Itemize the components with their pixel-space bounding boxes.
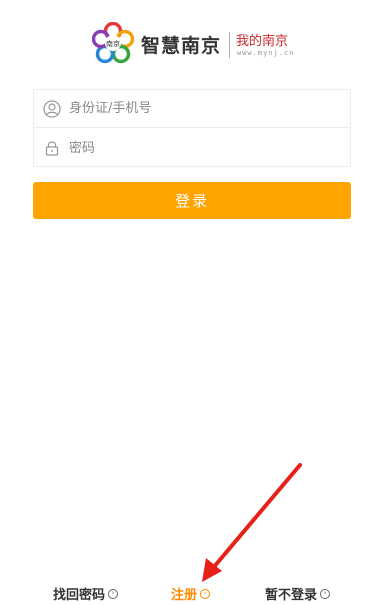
register-link[interactable]: 注册 › <box>171 584 211 603</box>
skip-login-label: 暂不登录 <box>265 588 318 603</box>
login-button[interactable]: 登录 <box>33 182 351 219</box>
bottom-links: 找回密码 › 注册 › 暂不登录 › <box>0 584 383 603</box>
arrow-right-circle-icon: › <box>200 588 211 599</box>
user-icon <box>43 99 61 118</box>
find-password-label: 找回密码 <box>53 588 106 603</box>
password-input[interactable] <box>69 140 329 156</box>
logo-divider <box>229 32 230 58</box>
arrow-right-circle-icon: › <box>108 588 119 599</box>
skip-login-link[interactable]: 暂不登录 › <box>265 584 331 603</box>
username-row <box>34 90 350 128</box>
logo-url: www.mynj.cn <box>237 49 295 57</box>
logo-mark-text: 南京 <box>106 39 120 48</box>
password-row <box>34 129 350 167</box>
app-logo: 南京 智慧南京 我的南京 www.mynj.cn <box>0 22 383 68</box>
arrow-right-circle-icon: › <box>320 588 331 599</box>
login-form <box>33 89 351 167</box>
register-label: 注册 <box>171 588 198 603</box>
lock-icon <box>43 139 61 157</box>
flower-logo-icon: 南京 <box>92 22 134 64</box>
username-input[interactable] <box>69 101 329 116</box>
logo-title: 智慧南京 <box>141 35 222 57</box>
logo-subtitle: 我的南京 <box>236 34 289 49</box>
find-password-link[interactable]: 找回密码 › <box>53 584 119 603</box>
